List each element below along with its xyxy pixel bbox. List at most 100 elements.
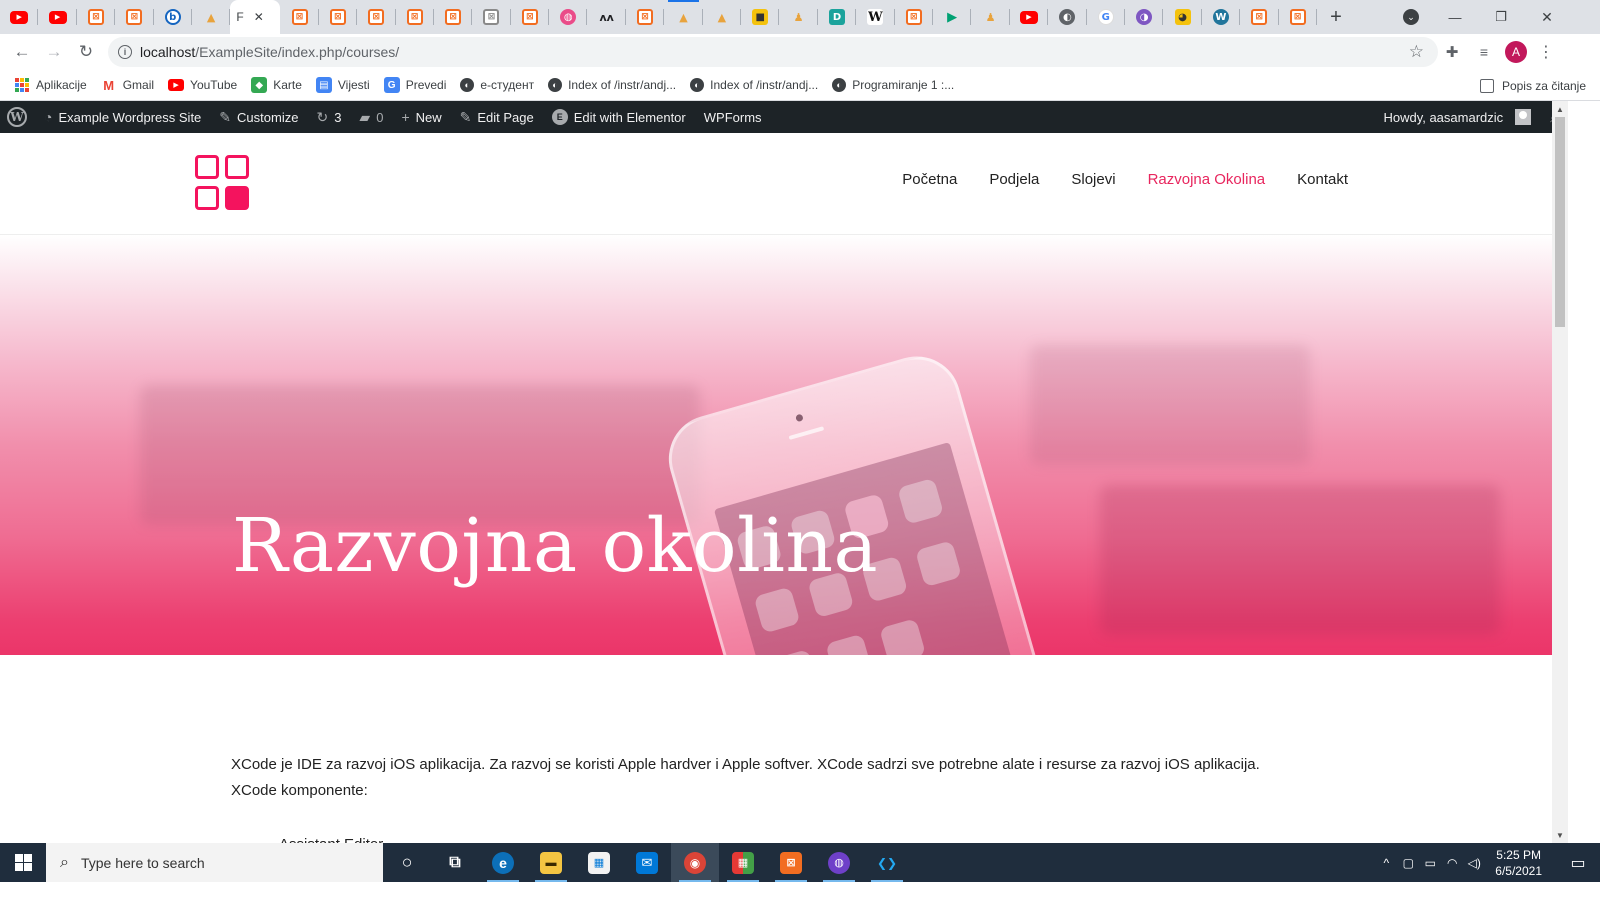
taskbar-app-edge[interactable]: e	[479, 843, 527, 882]
browser-tab[interactable]: ⊠	[77, 0, 116, 34]
browser-tab[interactable]: G	[1087, 0, 1126, 34]
bookmark-item[interactable]: ◐ Programiranje 1 :...	[832, 78, 954, 92]
bookmark-item[interactable]: ◐ Index of /instr/andj...	[690, 78, 818, 92]
browser-tab[interactable]: W	[1202, 0, 1241, 34]
nav-link-slojevi[interactable]: Slojevi	[1071, 171, 1115, 188]
profile-button[interactable]: A	[1503, 34, 1529, 70]
browser-tab[interactable]: ⊠	[280, 0, 320, 34]
tab-active[interactable]: F ✕	[230, 0, 281, 34]
close-window-button[interactable]: ✕	[1524, 0, 1570, 34]
bookmark-star-icon[interactable]: ☆	[1409, 42, 1424, 62]
updates-link[interactable]: ↻ 3	[307, 101, 350, 133]
browser-tab[interactable]: ⊠	[396, 0, 435, 34]
volume-icon[interactable]: ◁)	[1463, 856, 1485, 870]
browser-tab[interactable]: ⊠	[319, 0, 358, 34]
browser-tab[interactable]: ▶	[0, 0, 39, 34]
wp-logo-menu[interactable]: W	[0, 101, 35, 133]
comments-link[interactable]: ▰ 0	[350, 101, 392, 133]
taskbar-app-file-explorer[interactable]: ▬	[527, 843, 575, 882]
browser-tab[interactable]: ⊠	[895, 0, 934, 34]
minimize-button[interactable]: —	[1432, 0, 1478, 34]
taskbar-app-color-grid[interactable]: ▦	[719, 843, 767, 882]
nav-link-razvojna-okolina[interactable]: Razvojna Okolina	[1148, 171, 1266, 188]
restore-button[interactable]: ❐	[1478, 0, 1524, 34]
site-info-icon[interactable]: i	[118, 45, 132, 59]
browser-tab[interactable]: ʌʌ	[587, 0, 627, 34]
browser-tab[interactable]: ▶	[933, 0, 972, 34]
customize-link[interactable]: ✎ Customize	[210, 101, 307, 133]
bookmark-item[interactable]: ◐ Index of /instr/andj...	[548, 78, 676, 92]
browser-tab[interactable]: ▲	[192, 0, 231, 34]
forward-button[interactable]: →	[40, 38, 68, 66]
start-button[interactable]	[0, 843, 46, 882]
browser-tab[interactable]: ⊠	[1279, 0, 1318, 34]
browser-tab[interactable]: ▶	[38, 0, 78, 34]
browser-tab[interactable]: ◐	[1048, 0, 1087, 34]
taskbar-app-vscode[interactable]: ❮❯	[863, 843, 911, 882]
browser-tab[interactable]: ⊠	[626, 0, 665, 34]
page-scrollbar[interactable]: ▲ ▼	[1552, 101, 1568, 843]
nav-link-podjela[interactable]: Podjela	[989, 171, 1039, 188]
taskbar-app-task-view[interactable]: ⧉	[431, 843, 479, 882]
browser-tab[interactable]: ▶	[1010, 0, 1049, 34]
bookmark-item[interactable]: ▤ Vijesti	[315, 77, 370, 93]
new-content-menu[interactable]: + New	[392, 101, 450, 133]
browser-tab[interactable]: W	[856, 0, 895, 34]
taskbar-search-box[interactable]: ⌕ Type here to search	[46, 843, 383, 882]
browser-tab[interactable]: ⊠	[434, 0, 473, 34]
notifications-icon[interactable]: ▭	[1556, 853, 1600, 873]
browser-tab[interactable]: ◑	[1125, 0, 1164, 34]
scroll-up-arrow[interactable]: ▲	[1552, 101, 1568, 117]
edit-page-link[interactable]: ✎ Edit Page	[451, 101, 543, 133]
browser-tab[interactable]: ⊠	[357, 0, 396, 34]
back-button[interactable]: ←	[8, 38, 36, 66]
site-logo[interactable]	[195, 155, 251, 211]
edit-elementor-link[interactable]: E Edit with Elementor	[543, 101, 695, 133]
browser-tab[interactable]: ▲	[703, 0, 742, 34]
bookmark-item[interactable]: ◆ Karte	[251, 77, 302, 93]
wifi-icon[interactable]: ◠	[1441, 856, 1463, 870]
taskbar-app-chrome[interactable]: ◉	[671, 843, 719, 882]
taskbar-app-cortana[interactable]: ○	[383, 843, 431, 882]
taskbar-app-xampp[interactable]: ⊠	[767, 843, 815, 882]
my-account-menu[interactable]: Howdy, aasamardzic	[1374, 101, 1540, 133]
bookmark-item[interactable]: G Prevedi	[383, 77, 446, 93]
browser-tab[interactable]: ♟	[971, 0, 1011, 34]
address-bar[interactable]: i localhost/ExampleSite/index.php/course…	[108, 37, 1438, 67]
nav-link-kontakt[interactable]: Kontakt	[1297, 171, 1348, 188]
browser-menu-button[interactable]: ⋮	[1536, 34, 1556, 70]
browser-tab[interactable]: ⊠	[115, 0, 154, 34]
wpforms-menu[interactable]: WPForms	[695, 101, 771, 133]
browser-tab[interactable]: D	[818, 0, 857, 34]
bookmark-item[interactable]: M Gmail	[101, 77, 154, 93]
new-tab-button[interactable]: +	[1320, 0, 1352, 34]
bookmark-item[interactable]: Aplikacije	[14, 77, 87, 93]
scroll-down-arrow[interactable]: ▼	[1552, 827, 1568, 843]
scroll-thumb[interactable]	[1555, 117, 1565, 327]
taskbar-app-mail[interactable]: ✉	[623, 843, 671, 882]
site-name-menu[interactable]: ◔ Example Wordpress Site	[35, 101, 210, 133]
browser-tab[interactable]: ♟	[779, 0, 819, 34]
tab-search-button[interactable]: ⌄	[1398, 0, 1424, 34]
clock[interactable]: 5:25 PM 6/5/2021	[1495, 847, 1542, 879]
browser-tab[interactable]: ⊠	[472, 0, 512, 34]
chevron-up-icon[interactable]: ^	[1375, 856, 1397, 870]
reload-button[interactable]: ↻	[72, 38, 100, 66]
taskbar-app-store[interactable]: ▦	[575, 843, 623, 882]
close-tab-icon[interactable]: ✕	[254, 10, 264, 24]
browser-tab[interactable]: ◍	[549, 0, 588, 34]
taskbar-app-github-desktop[interactable]: ◍	[815, 843, 863, 882]
battery-icon[interactable]: ▭	[1419, 856, 1441, 870]
nav-link-početna[interactable]: Početna	[902, 171, 957, 188]
browser-tab[interactable]: ⊠	[511, 0, 550, 34]
browser-tab[interactable]: ⊠	[1240, 0, 1279, 34]
bookmark-item[interactable]: ◐ е-студент	[460, 78, 534, 92]
media-control-button[interactable]: ≡	[1472, 34, 1496, 70]
browser-tab[interactable]: ◕	[1163, 0, 1203, 34]
device-icon[interactable]: ▢	[1397, 856, 1419, 870]
browser-tab[interactable]: b	[154, 0, 193, 34]
extensions-button[interactable]: ✚	[1440, 34, 1464, 70]
reading-list-button[interactable]: Popis za čitanje	[1479, 70, 1586, 101]
bookmark-item[interactable]: ▶ YouTube	[168, 78, 237, 92]
browser-tab[interactable]: ■	[741, 0, 780, 34]
